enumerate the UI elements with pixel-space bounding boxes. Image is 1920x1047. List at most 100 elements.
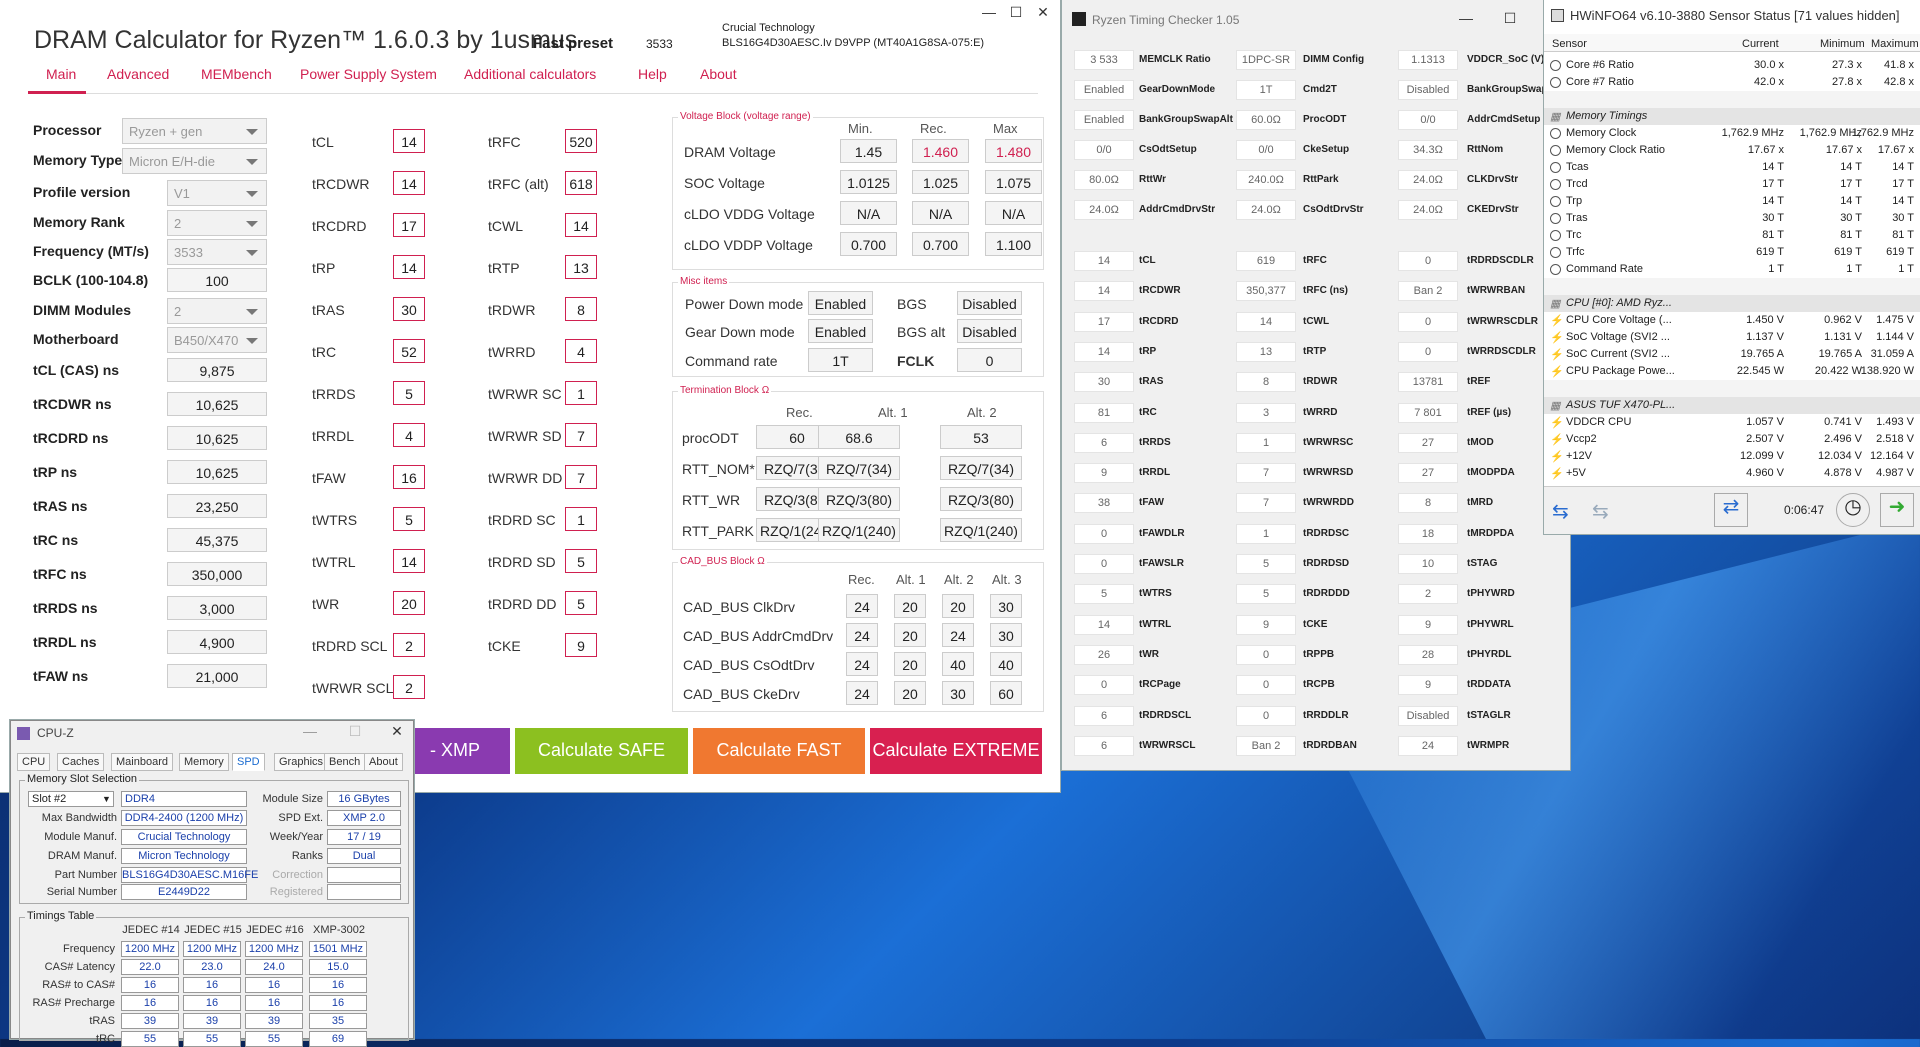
- hwinfo-row-4[interactable]: Memory Clock 1,762.9 MHz 1,762.9 MHz 1,762.…: [1544, 125, 1920, 142]
- left-value-1[interactable]: Micron E/H-die: [122, 148, 267, 174]
- hwinfo-row-20[interactable]: ▦ ASUS TUF X470-PL...: [1544, 397, 1920, 414]
- hwinfo-row-6[interactable]: Tcas 14 T 14 T 14 T: [1544, 159, 1920, 176]
- hwinfo-row-18[interactable]: ⚡ CPU Package Powe... 22.545 W 20.422 W 138.…: [1544, 363, 1920, 380]
- timing-value-a-8[interactable]: 16: [393, 465, 425, 489]
- hwinfo-row-24[interactable]: ⚡ +5V 4.960 V 4.878 V 4.987 V: [1544, 465, 1920, 482]
- tab-about[interactable]: About: [700, 66, 737, 82]
- cpuz-tab-spd[interactable]: SPD: [232, 753, 265, 771]
- tab-membench[interactable]: MEMbench: [201, 66, 272, 82]
- hwinfo-row-1[interactable]: Core #7 Ratio 42.0 x 27.8 x 42.8 x: [1544, 74, 1920, 91]
- left-value-0[interactable]: Ryzen + gen: [122, 118, 267, 144]
- maximize-button[interactable]: ☐: [341, 723, 369, 740]
- tab-additional-calculators[interactable]: Additional calculators: [464, 66, 596, 82]
- fclk-value[interactable]: 0: [957, 348, 1022, 372]
- hwinfo-row-11[interactable]: Trfc 619 T 619 T 619 T: [1544, 244, 1920, 261]
- timing-value-a-0[interactable]: 14: [393, 129, 425, 153]
- cpuz-tab-cpu[interactable]: CPU: [17, 753, 51, 771]
- calculate-safe-button[interactable]: Calculate SAFE: [515, 728, 688, 774]
- timing-value-b-4[interactable]: 8: [565, 297, 597, 321]
- timing-value-a-7[interactable]: 4: [393, 423, 425, 447]
- hwinfo-row-16[interactable]: ⚡ SoC Voltage (SVI2 ... 1.137 V 1.131 V 1.14…: [1544, 329, 1920, 346]
- timing-value-b-5[interactable]: 4: [565, 339, 597, 363]
- maximize-button[interactable]: ☐: [1002, 4, 1030, 21]
- timing-value-b-0[interactable]: 520: [565, 129, 597, 153]
- cpuz-tab-about[interactable]: About: [364, 753, 403, 771]
- timing-value-b-11[interactable]: 5: [565, 591, 597, 615]
- hwinfo-row-0[interactable]: Core #6 Ratio 30.0 x 27.3 x 41.8 x: [1544, 57, 1920, 74]
- hwinfo-row-9[interactable]: Tras 30 T 30 T 30 T: [1544, 210, 1920, 227]
- timing-value-a-1[interactable]: 14: [393, 171, 425, 195]
- timing-value-a-2[interactable]: 17: [393, 213, 425, 237]
- gear-down-value[interactable]: Enabled: [808, 319, 873, 343]
- hwinfo-row-15[interactable]: ⚡ CPU Core Voltage (... 1.450 V 0.962 V 1.47…: [1544, 312, 1920, 329]
- timing-value-b-8[interactable]: 7: [565, 465, 597, 489]
- left-value-7[interactable]: B450/X470: [167, 327, 267, 353]
- timing-value-a-6[interactable]: 5: [393, 381, 425, 405]
- minimize-button[interactable]: —: [296, 723, 324, 739]
- cpuz-tab-memory[interactable]: Memory: [179, 753, 229, 771]
- export-icon[interactable]: ➜: [1880, 493, 1914, 527]
- cpuz-tab-mainboard[interactable]: Mainboard: [111, 753, 173, 771]
- timing-value-b-1[interactable]: 618: [565, 171, 597, 195]
- cpuz-tab-caches[interactable]: Caches: [57, 753, 105, 771]
- left-value-3[interactable]: 2: [167, 210, 267, 236]
- hwinfo-row-8[interactable]: Trp 14 T 14 T 14 T: [1544, 193, 1920, 210]
- timing-value-a-13[interactable]: 2: [393, 675, 425, 699]
- close-button[interactable]: ✕: [383, 723, 411, 740]
- calculate-fast-button[interactable]: Calculate FAST: [693, 728, 865, 774]
- chevron-down-icon[interactable]: ▼: [102, 794, 111, 804]
- timing-value-b-10[interactable]: 5: [565, 549, 597, 573]
- calculate-extreme-button[interactable]: Calculate EXTREME: [870, 728, 1042, 774]
- hwinfo-row-12[interactable]: Command Rate 1 T1 T1 T: [1544, 261, 1920, 278]
- timing-value-b-3[interactable]: 13: [565, 255, 597, 279]
- timing-value-a-11[interactable]: 20: [393, 591, 425, 615]
- timing-value-a-9[interactable]: 5: [393, 507, 425, 531]
- minimize-button[interactable]: —: [975, 4, 1003, 20]
- bgs-value[interactable]: Disabled: [957, 291, 1022, 315]
- clock-icon[interactable]: ◷: [1836, 493, 1870, 527]
- tab-main[interactable]: Main: [46, 66, 76, 82]
- close-button[interactable]: ✕: [1029, 4, 1057, 21]
- cmd-rate-value[interactable]: 1T: [808, 348, 873, 372]
- timing-value-a-3[interactable]: 14: [393, 255, 425, 279]
- hwinfo-row-22[interactable]: ⚡ Vccp2 2.507 V 2.496 V 2.518 V: [1544, 431, 1920, 448]
- nav-arrows-alt-icon[interactable]: ⇆: [1592, 499, 1609, 524]
- hwinfo-row-5[interactable]: Memory Clock Ratio 17.67 x 17.67 x 17.67 x: [1544, 142, 1920, 159]
- hwinfo-row-21[interactable]: ⚡ VDDCR CPU 1.057 V 0.741 V 1.493 V: [1544, 414, 1920, 431]
- timing-value-b-2[interactable]: 14: [565, 213, 597, 237]
- hwinfo-row-23[interactable]: ⚡ +12V 12.099 V 12.034 V 12.164 V: [1544, 448, 1920, 465]
- hwinfo-row-7[interactable]: Trcd 17 T 17 T 17 T: [1544, 176, 1920, 193]
- cpuz-tab-bench[interactable]: Bench: [324, 753, 366, 771]
- timing-value-a-10[interactable]: 14: [393, 549, 425, 573]
- col-current[interactable]: Current: [1742, 38, 1779, 50]
- timing-value-a-5[interactable]: 52: [393, 339, 425, 363]
- col-minimum[interactable]: Minimum: [1820, 38, 1865, 50]
- col-sensor[interactable]: Sensor: [1552, 38, 1587, 50]
- timing-value-a-4[interactable]: 30: [393, 297, 425, 321]
- tab-advanced[interactable]: Advanced: [107, 66, 169, 82]
- left-value-2[interactable]: V1: [167, 180, 267, 206]
- timing-value-b-6[interactable]: 1: [565, 381, 597, 405]
- left-value-6[interactable]: 2: [167, 298, 267, 324]
- left-value-5[interactable]: 100: [167, 268, 267, 292]
- hwinfo-row-17[interactable]: ⚡ SoC Current (SVI2 ... 19.765 A 19.765 A 31…: [1544, 346, 1920, 363]
- network-icon[interactable]: ⇄: [1714, 493, 1748, 527]
- bgs-alt-value[interactable]: Disabled: [957, 319, 1022, 343]
- hwinfo-row-3[interactable]: ▦ Memory Timings: [1544, 108, 1920, 125]
- hwinfo-row-14[interactable]: ▦ CPU [#0]: AMD Ryz...: [1544, 295, 1920, 312]
- left-value-4[interactable]: 3533: [167, 239, 267, 265]
- maximize-button[interactable]: ☐: [1496, 10, 1524, 27]
- hwinfo-row-10[interactable]: Trc 81 T 81 T 81 T: [1544, 227, 1920, 244]
- power-down-value[interactable]: Enabled: [808, 291, 873, 315]
- timing-value-b-7[interactable]: 7: [565, 423, 597, 447]
- timing-value-a-12[interactable]: 2: [393, 633, 425, 657]
- tab-power-supply[interactable]: Power Supply System: [300, 66, 437, 82]
- col-maximum[interactable]: Maximum: [1871, 38, 1919, 50]
- timing-value-b-12[interactable]: 9: [565, 633, 597, 657]
- timing-value-b-9[interactable]: 1: [565, 507, 597, 531]
- tab-help[interactable]: Help: [638, 66, 667, 82]
- calculate-xmp-button[interactable]: - XMP: [400, 728, 510, 774]
- nav-arrows-icon[interactable]: ⇆: [1552, 499, 1569, 524]
- cpuz-tab-graphics[interactable]: Graphics: [274, 753, 329, 771]
- minimize-button[interactable]: —: [1452, 10, 1480, 26]
